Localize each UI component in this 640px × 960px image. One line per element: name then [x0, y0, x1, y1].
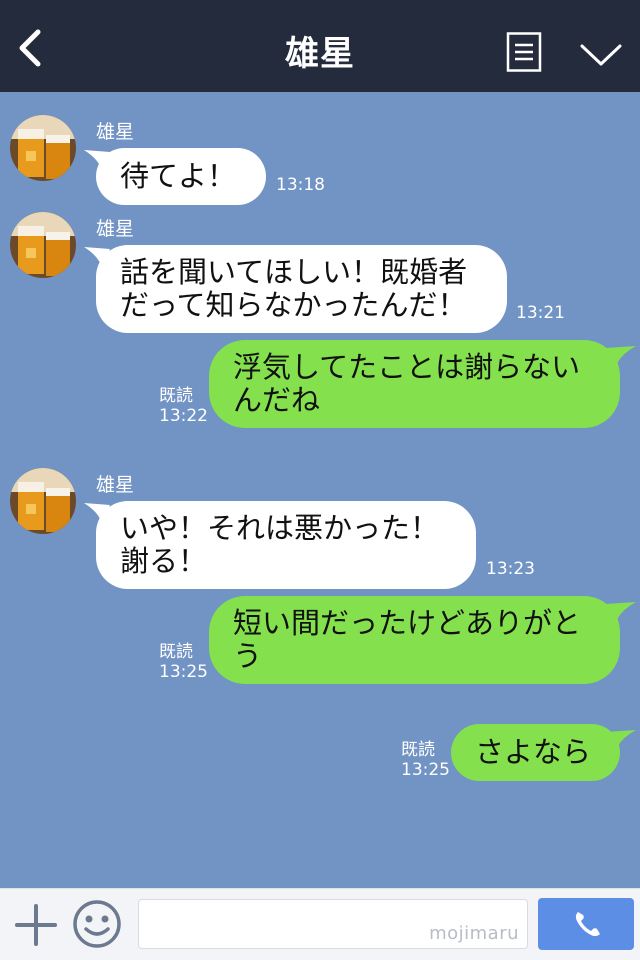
message-bubble[interactable]: 待てよ！ [96, 148, 266, 205]
message-bubble[interactable]: 浮気してたことは謝らない んだね [209, 340, 620, 428]
message-time: 13:25 [401, 760, 450, 780]
watermark-text: mojimaru [429, 923, 519, 944]
avatar[interactable] [10, 468, 76, 534]
avatar[interactable] [10, 115, 76, 181]
bubble-tail [606, 346, 636, 368]
read-label: 既読 [159, 386, 193, 406]
read-status: 既読 13:22 [159, 386, 208, 426]
read-status: 既読 13:25 [159, 642, 208, 682]
chat-title: 雄星 [285, 34, 355, 74]
message-bubble[interactable]: いや！それは悪かった！ 謝る！ [96, 501, 476, 589]
phone-icon [575, 912, 600, 937]
message-bubble[interactable]: さよなら [451, 724, 620, 781]
message-time: 13:22 [159, 406, 208, 426]
message-time: 13:21 [516, 303, 565, 323]
input-bar: mojimaru [0, 888, 640, 960]
message-time: 13:23 [486, 559, 535, 579]
menu-list-icon[interactable] [506, 32, 542, 72]
message-input[interactable]: mojimaru [138, 899, 528, 949]
message-bubble[interactable]: 話を聞いてほしい！既婚者 だって知らなかったんだ！ [96, 245, 507, 333]
sender-name: 雄星 [96, 218, 135, 240]
chevron-down-icon[interactable] [578, 38, 624, 70]
plus-icon[interactable] [14, 903, 58, 947]
bubble-tail [606, 602, 636, 624]
smiley-icon[interactable] [72, 899, 122, 949]
message-time: 13:25 [159, 662, 208, 682]
chat-screen: 雄星 雄星 待てよ！ 13:18 雄星 話を聞いてほしい！既婚者 だって知らなか… [0, 0, 640, 960]
read-status: 既読 13:25 [401, 740, 450, 780]
sender-name: 雄星 [96, 474, 135, 496]
chat-header: 雄星 [0, 0, 640, 92]
avatar[interactable] [10, 212, 76, 278]
message-bubble[interactable]: 短い間だったけどありがと う [209, 596, 620, 684]
read-label: 既読 [159, 642, 193, 662]
sender-name: 雄星 [96, 121, 135, 143]
call-button[interactable] [538, 898, 634, 950]
bubble-tail [606, 730, 636, 752]
read-label: 既読 [401, 740, 435, 760]
message-time: 13:18 [276, 175, 325, 195]
